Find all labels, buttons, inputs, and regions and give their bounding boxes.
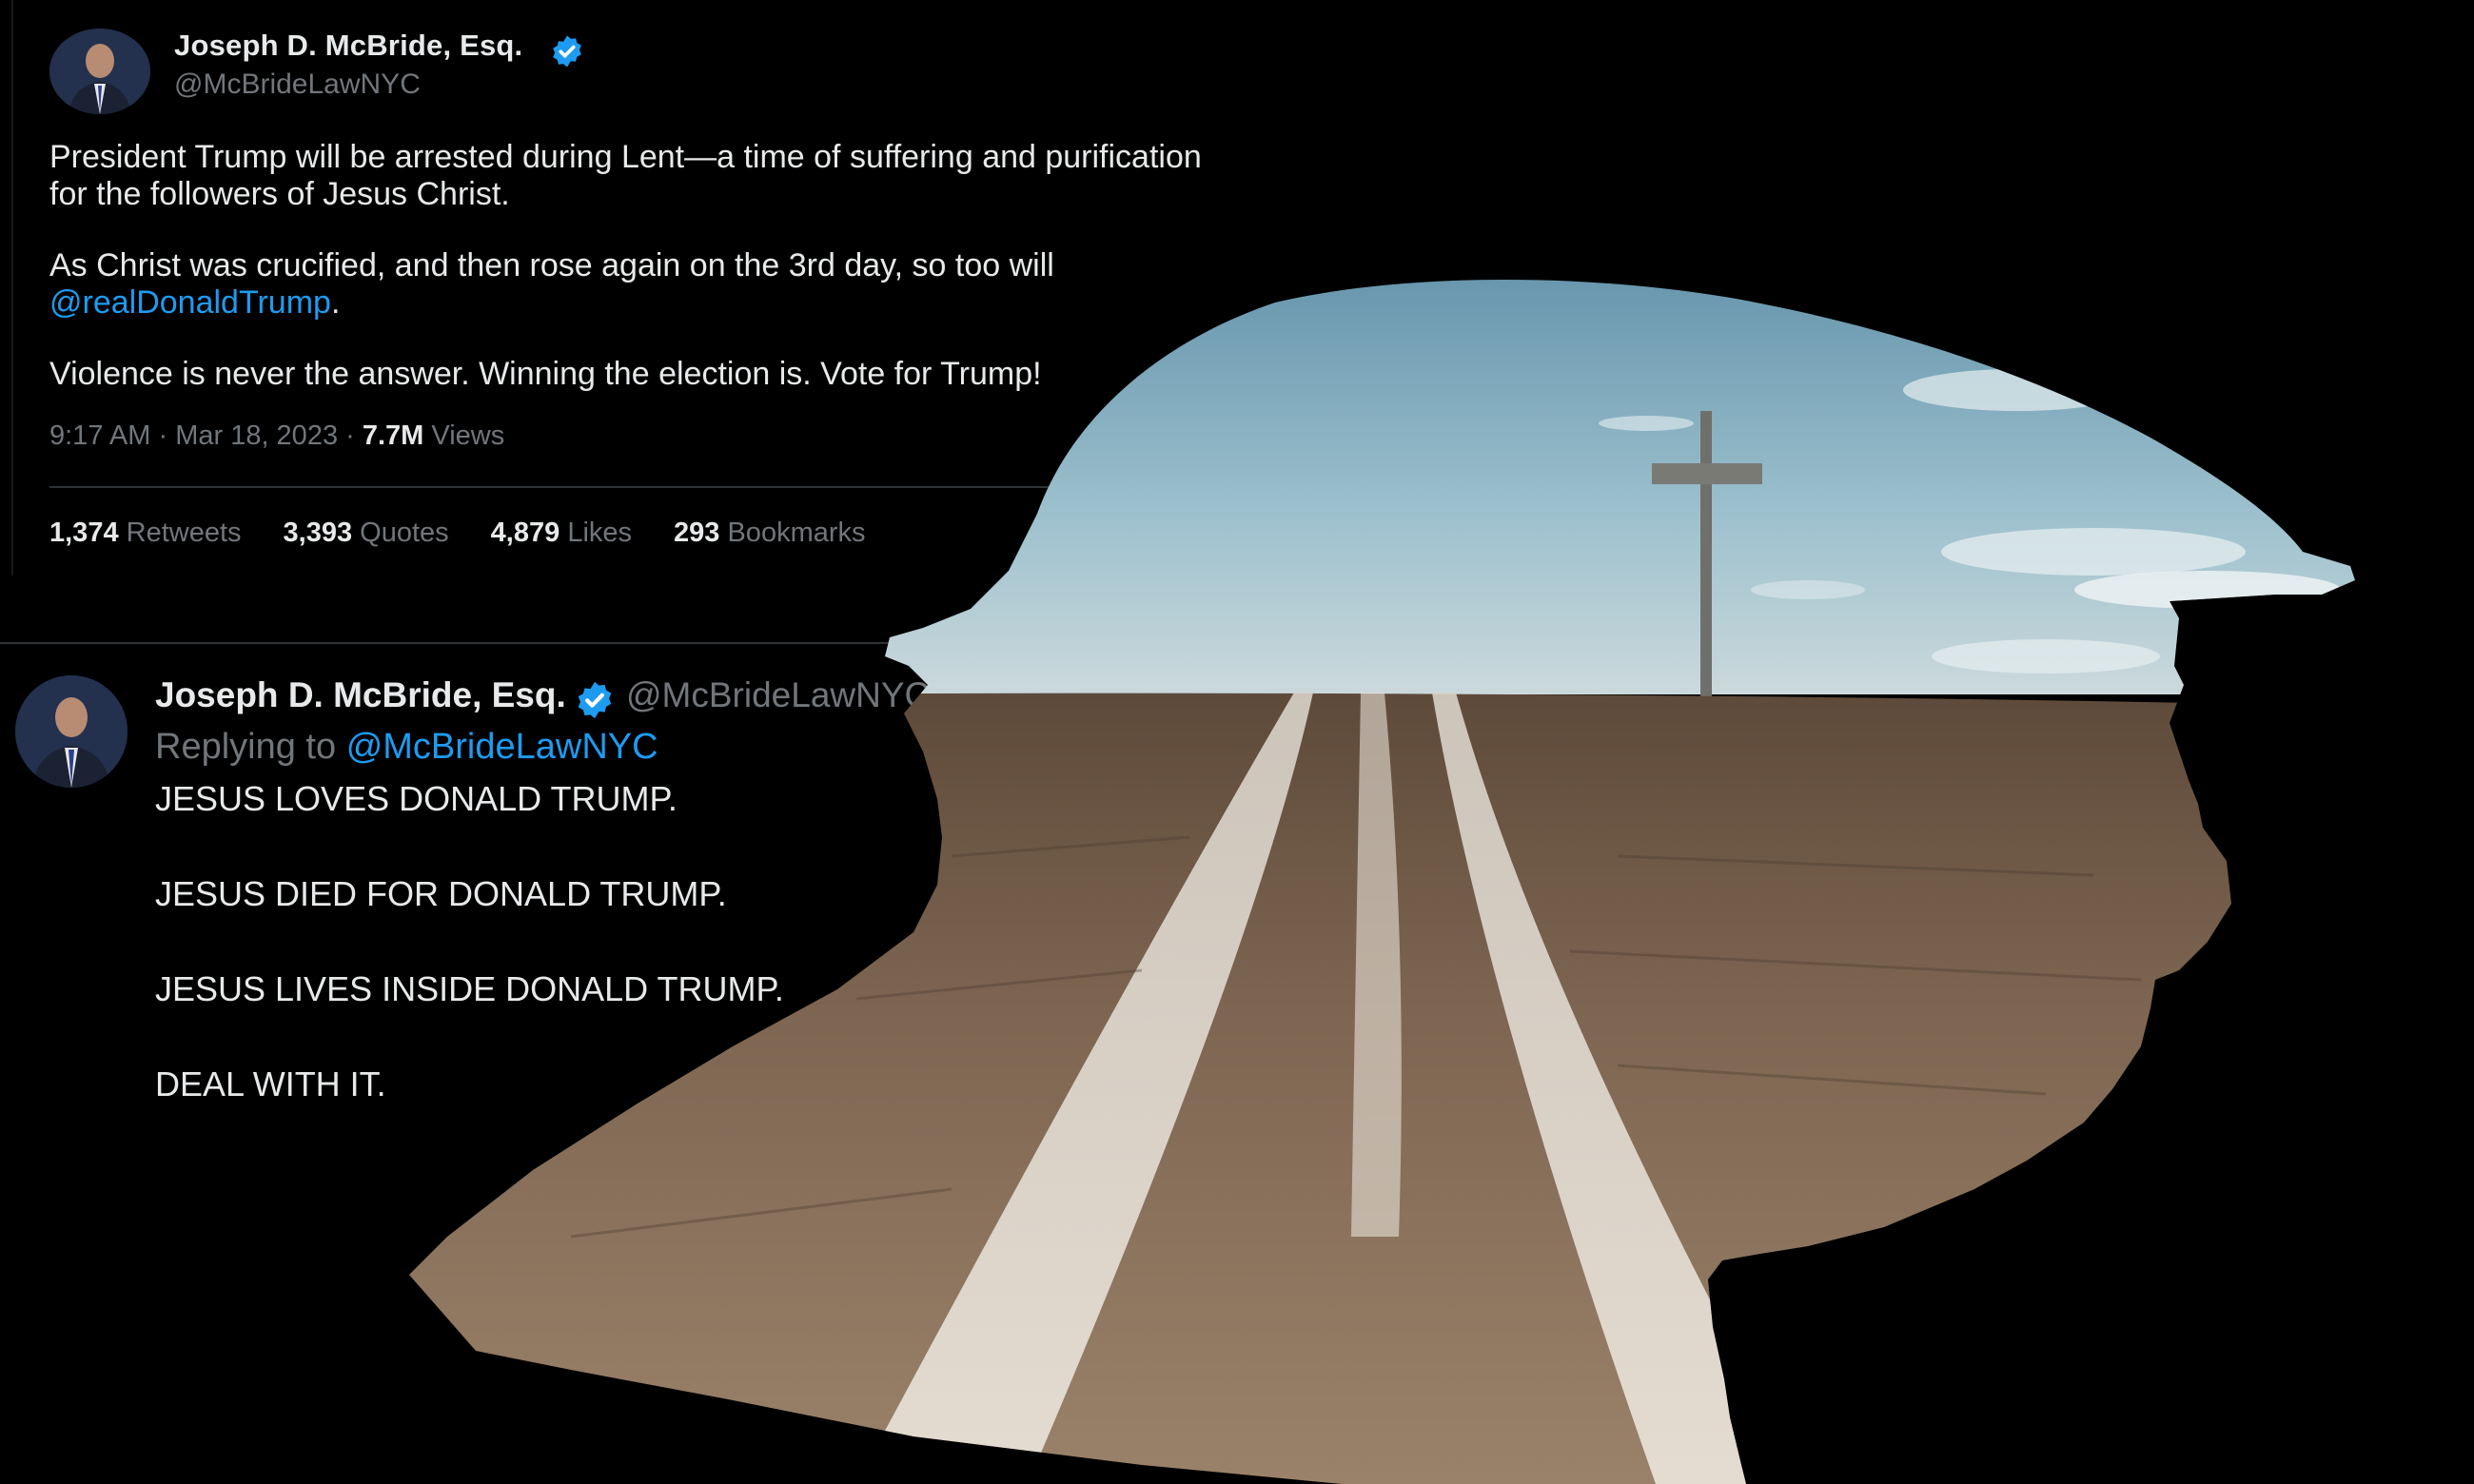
profile-silhouette-image [409,280,2355,1484]
